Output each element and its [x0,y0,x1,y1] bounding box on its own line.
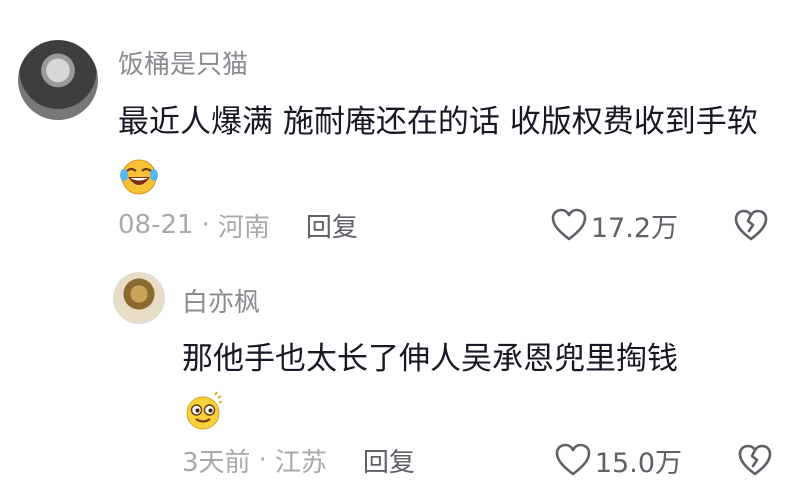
comment-item: 饭桶是只猫 最近人爆满 施耐庵还在的话 收版权费收到手软 08-21 · 河南 … [0,0,800,260]
heart-outline-icon [555,443,591,476]
comment-date: 3天前 [182,447,251,478]
meta-separator: · [258,445,267,475]
comment-meta: 08-21 · 河南 回复 17.2万 [118,205,768,245]
comment-username[interactable]: 白亦枫 [182,282,260,319]
comment-meta: 3天前 · 江苏 回复 15.0万 [182,440,772,480]
laugh-crying-emoji-icon [120,159,158,194]
comment-text-block: 那他手也太长了伸人吴承恩兜里掏钱 [182,332,782,440]
dizzy-smile-emoji-icon [186,391,222,429]
reply-comment-item: 白亦枫 那他手也太长了伸人吴承恩兜里掏钱 3天前 · 江苏 回复 15.0万 [0,260,800,492]
comment-location: 河南 [217,212,270,243]
like-button[interactable]: 15.0万 [555,441,682,480]
comment-location: 江苏 [274,447,327,478]
comment-date: 08-21 [118,210,194,240]
like-count: 15.0万 [594,447,682,479]
like-button[interactable]: 17.2万 [551,206,678,245]
reply-button[interactable]: 回复 [363,442,415,479]
like-count: 17.2万 [590,212,678,244]
comment-text: 那他手也太长了伸人吴承恩兜里掏钱 [182,341,678,377]
comment-username[interactable]: 饭桶是只猫 [118,44,248,81]
broken-heart-icon[interactable] [738,443,772,477]
reply-button[interactable]: 回复 [306,207,358,244]
heart-outline-icon [551,208,587,241]
broken-heart-icon[interactable] [734,208,768,242]
comment-text: 最近人爆满 施耐庵还在的话 收版权费收到手软 [118,104,758,140]
avatar[interactable] [113,272,165,324]
comment-text-block: 最近人爆满 施耐庵还在的话 收版权费收到手软 [118,94,778,206]
avatar[interactable] [18,40,98,120]
meta-separator: · [201,210,210,240]
